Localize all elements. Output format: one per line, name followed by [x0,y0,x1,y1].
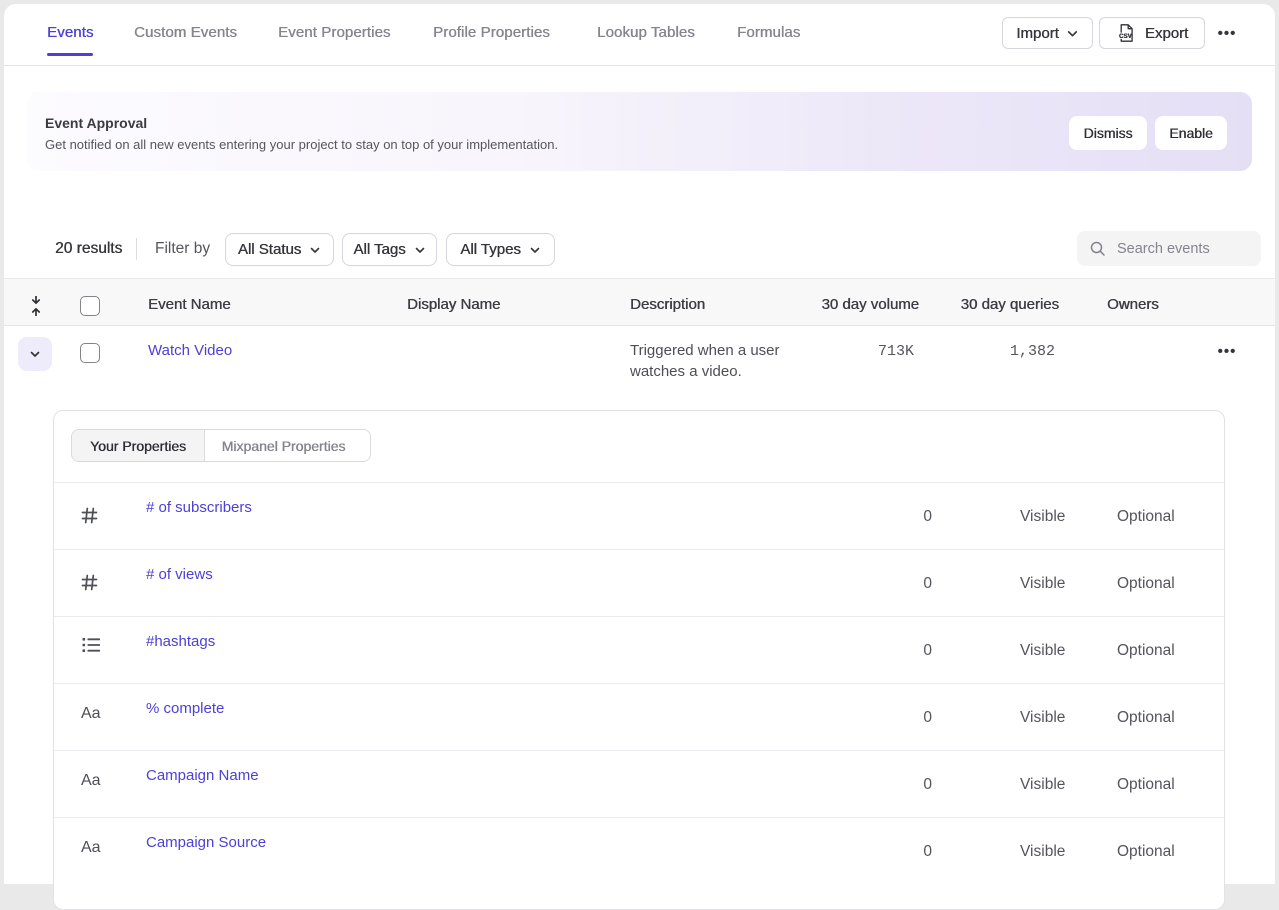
svg-text:CSV: CSV [1119,33,1133,40]
